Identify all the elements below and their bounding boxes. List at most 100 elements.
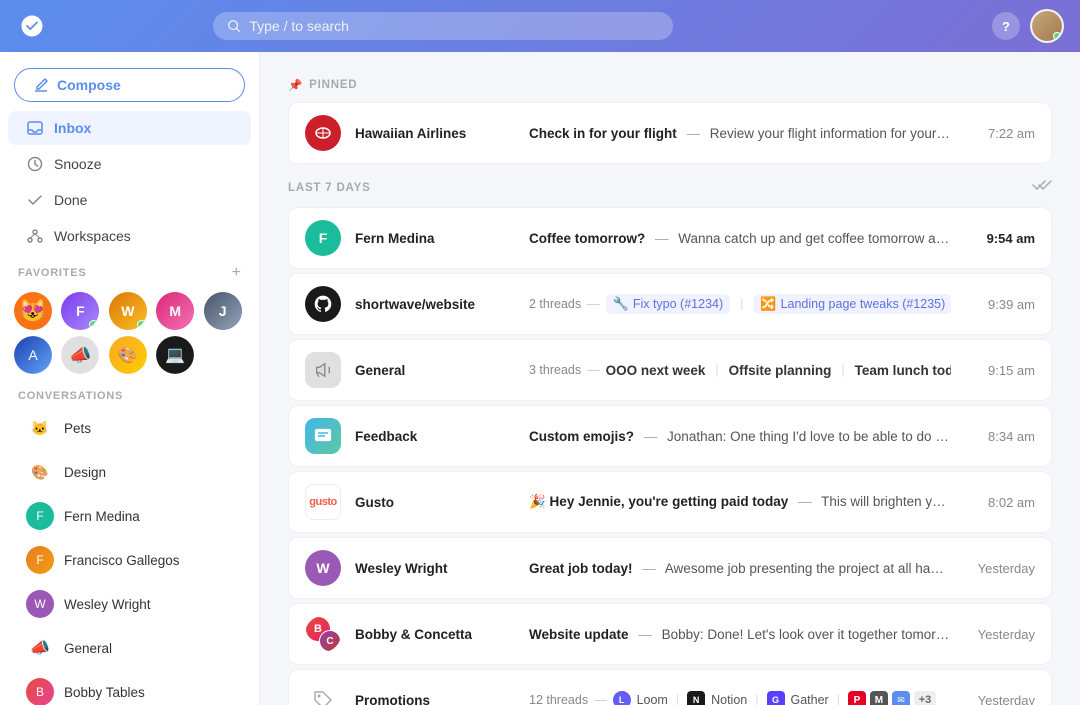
workspaces-icon <box>26 227 44 245</box>
online-indicator <box>1053 32 1061 40</box>
fern-preview-text: Wanna catch up and get coffee tomorrow a… <box>678 231 951 246</box>
fern-subject: Coffee tomorrow? <box>529 231 645 246</box>
snooze-label: Snooze <box>54 156 101 172</box>
favorite-avatar-8[interactable]: 🎨 <box>109 336 147 374</box>
add-favorite-button[interactable]: + <box>232 264 241 282</box>
conversations-section-header: Conversations <box>0 380 259 406</box>
pets-avatar: 🐱 <box>26 414 54 442</box>
shortwave-preview: 2 threads — 🔧 Fix typo (#1234) | 🔀 Landi… <box>529 294 951 314</box>
general-avatar: 📣 <box>26 634 54 662</box>
github-icon <box>313 294 333 314</box>
compose-button[interactable]: Compose <box>14 68 245 102</box>
email-wesley[interactable]: W Wesley Wright Great job today! — Aweso… <box>288 537 1052 599</box>
hawaiian-sender: Hawaiian Airlines <box>355 126 515 141</box>
francisco-label: Francisco Gallegos <box>64 553 180 568</box>
favorite-avatar-2[interactable]: F <box>61 292 99 330</box>
pinned-label: 📌 Pinned <box>288 78 357 92</box>
favorite-avatar-1[interactable]: 😻 <box>14 292 52 330</box>
sidebar-item-snooze[interactable]: Snooze <box>8 147 251 181</box>
bobby-concetta-preview: Website update — Bobby: Done! Let's look… <box>529 627 951 642</box>
sidebar-item-wesley[interactable]: W Wesley Wright <box>8 583 251 625</box>
main-layout: Compose Inbox Snooze Done <box>0 52 1080 705</box>
hawaiian-time: 7:22 am <box>965 126 1035 141</box>
wesley-preview-text: Awesome job presenting the project at al… <box>665 561 951 576</box>
wesley-email-avatar: W <box>305 550 341 586</box>
favorite-avatar-3[interactable]: W <box>109 292 147 330</box>
promotions-preview: 12 threads — L Loom | N Notion | G Gathe… <box>529 691 951 705</box>
fern-email-preview: Coffee tomorrow? — Wanna catch up and ge… <box>529 231 951 246</box>
mark-all-read-button[interactable] <box>1032 178 1052 197</box>
email-promotions[interactable]: Promotions 12 threads — L Loom | N Notio… <box>288 669 1052 705</box>
general-email-avatar <box>305 352 341 388</box>
feedback-sender: Feedback <box>355 429 515 444</box>
email-shortwave[interactable]: shortwave/website 2 threads — 🔧 Fix typo… <box>288 273 1052 335</box>
hawaiian-subject: Check in for your flight <box>529 126 677 141</box>
shortwave-sender: shortwave/website <box>355 297 515 312</box>
gusto-sender: Gusto <box>355 495 515 510</box>
thread-badge-1: 🔧 Fix typo (#1234) <box>606 294 731 314</box>
feedback-subject: Custom emojis? <box>529 429 634 444</box>
email-content: 📌 Pinned Hawaiian Airlines Check in for … <box>260 52 1080 705</box>
bobby-concetta-preview-text: Bobby: Done! Let's look over it together… <box>662 627 951 642</box>
clock-icon <box>26 155 44 173</box>
hawaiian-logo <box>305 115 341 151</box>
sidebar-item-workspaces[interactable]: Workspaces <box>8 219 251 253</box>
sidebar-item-pets[interactable]: 🐱 Pets <box>8 407 251 449</box>
user-avatar[interactable] <box>1030 9 1064 43</box>
bobby-avatar: B <box>26 678 54 705</box>
help-button[interactable]: ? <box>992 12 1020 40</box>
sidebar-item-francisco[interactable]: F Francisco Gallegos <box>8 539 251 581</box>
feedback-icon <box>313 426 333 446</box>
email-fern[interactable]: F Fern Medina Coffee tomorrow? — Wanna c… <box>288 207 1052 269</box>
extra-badge: ✉ <box>892 691 910 705</box>
email-general[interactable]: General 3 threads — OOO next week | Offs… <box>288 339 1052 401</box>
general-threads: 3 threads — OOO next week | Offsite plan… <box>529 363 951 378</box>
wesley-email-sender: Wesley Wright <box>355 561 515 576</box>
promotions-threads: 12 threads — L Loom | N Notion | G Gathe… <box>529 691 951 705</box>
hawaiian-preview-text: Review your flight information for your … <box>710 126 951 141</box>
app-logo <box>16 10 48 42</box>
promotions-sender: Promotions <box>355 693 515 705</box>
general-time: 9:15 am <box>965 363 1035 378</box>
email-bobby-concetta[interactable]: B C Bobby & Concetta Website update — Bo… <box>288 603 1052 665</box>
shortwave-threads: 2 threads — 🔧 Fix typo (#1234) | 🔀 Landi… <box>529 294 951 314</box>
favorite-avatar-7[interactable]: 📣 <box>61 336 99 374</box>
github-avatar <box>305 286 341 322</box>
fern-email-sender: Fern Medina <box>355 231 515 246</box>
topbar: Type / to search ? <box>0 0 1080 52</box>
sidebar-item-general[interactable]: 📣 General <box>8 627 251 669</box>
thread-badge-2: 🔀 Landing page tweaks (#1235) <box>753 294 951 314</box>
general-email-sender: General <box>355 363 515 378</box>
megaphone-icon <box>314 361 332 379</box>
topbar-right: ? <box>992 9 1064 43</box>
feedback-avatar <box>305 418 341 454</box>
last7-label: Last 7 Days <box>288 182 371 194</box>
email-feedback[interactable]: Feedback Custom emojis? — Jonathan: One … <box>288 405 1052 467</box>
fern-avatar: F <box>26 502 54 530</box>
gusto-time: 8:02 am <box>965 495 1035 510</box>
pets-label: Pets <box>64 421 91 436</box>
email-gusto[interactable]: gusto Gusto 🎉 Hey Jennie, you're getting… <box>288 471 1052 533</box>
compose-icon <box>33 77 49 93</box>
sidebar-item-fern[interactable]: F Fern Medina <box>8 495 251 537</box>
wesley-avatar: W <box>26 590 54 618</box>
favorite-avatar-6[interactable]: A <box>14 336 52 374</box>
inbox-icon <box>26 119 44 137</box>
inbox-label: Inbox <box>54 120 91 136</box>
design-label: Design <box>64 465 106 480</box>
check-icon <box>26 191 44 209</box>
favorite-avatar-5[interactable]: J <box>204 292 242 330</box>
last7-section-header: Last 7 Days <box>288 178 1052 197</box>
pinned-email-hawaiian[interactable]: Hawaiian Airlines Check in for your flig… <box>288 102 1052 164</box>
wesley-subject: Great job today! <box>529 561 633 576</box>
sidebar-item-design[interactable]: 🎨 Design <box>8 451 251 493</box>
general-preview: 3 threads — OOO next week | Offsite plan… <box>529 363 951 378</box>
favorite-avatar-9[interactable]: 💻 <box>156 336 194 374</box>
favorite-avatar-4[interactable]: M <box>156 292 194 330</box>
sidebar-item-bobby[interactable]: B Bobby Tables <box>8 671 251 705</box>
sidebar-item-inbox[interactable]: Inbox <box>8 111 251 145</box>
general-label: General <box>64 641 112 656</box>
sidebar-item-done[interactable]: Done <box>8 183 251 217</box>
search-bar[interactable]: Type / to search <box>213 12 673 40</box>
pin-icon: 📌 <box>288 78 303 92</box>
